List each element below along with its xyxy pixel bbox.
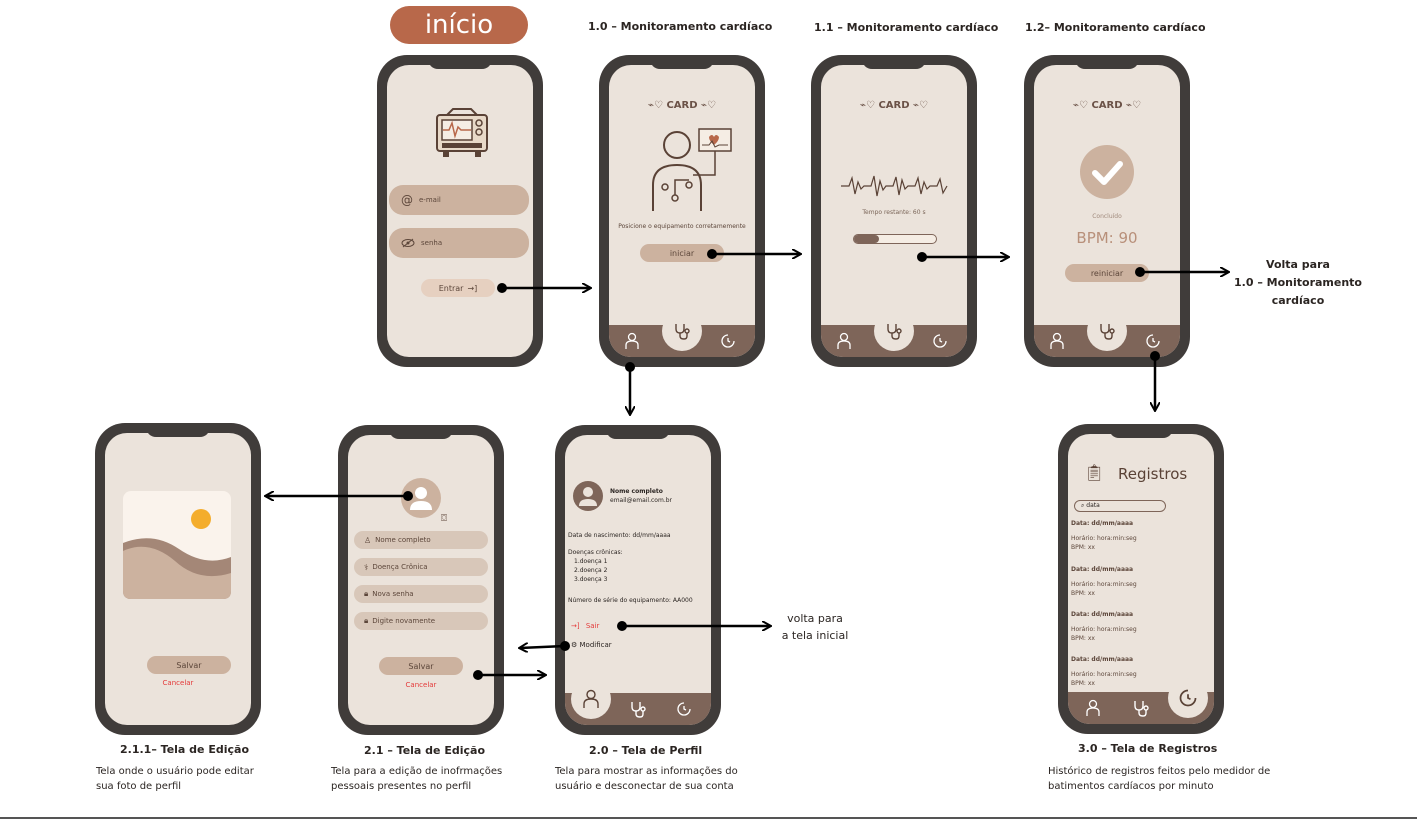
arrow-dot (497, 283, 507, 293)
arrow-dot (917, 252, 927, 262)
arrow-dot (473, 670, 483, 680)
arrow-dot (1135, 267, 1145, 277)
arrow-dot (1150, 351, 1160, 361)
arrow-dot (707, 249, 717, 259)
arrow-modify-to-edit (520, 646, 566, 648)
arrow-dot (560, 641, 570, 651)
flow-arrows (0, 249, 1417, 680)
arrow-dot (617, 621, 627, 631)
arrow-dot (403, 491, 413, 501)
arrow-dot (625, 362, 635, 372)
